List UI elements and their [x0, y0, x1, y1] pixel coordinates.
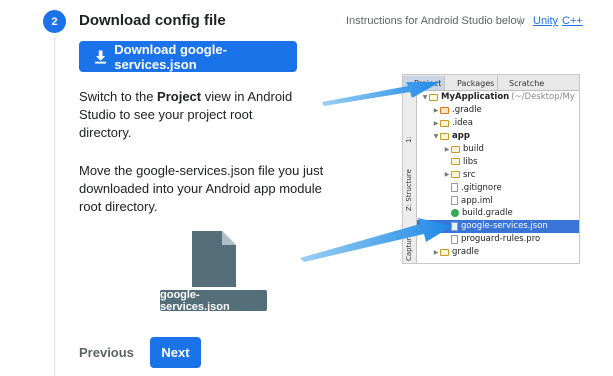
folder-icon: [451, 171, 460, 179]
expand-right-icon[interactable]: ▶: [432, 120, 440, 127]
download-config-button[interactable]: Download google-services.json: [79, 41, 297, 72]
file-name-chip: google-services.json: [160, 289, 267, 313]
expand-down-icon[interactable]: ▼: [432, 133, 440, 140]
tree-item[interactable]: build.gradle: [417, 207, 579, 220]
tree-item[interactable]: ▶ build: [417, 143, 579, 156]
file-icon: [192, 231, 236, 287]
instructions-separator: |: [519, 15, 522, 27]
tree-item-label: google-services.json: [461, 221, 548, 232]
tree-item[interactable]: .gitignore: [417, 181, 579, 194]
expand-right-icon[interactable]: ▶: [432, 249, 440, 256]
module-folder-icon: [440, 132, 449, 140]
tree-item[interactable]: app.iml: [417, 194, 579, 207]
tree-item-label: .gradle: [452, 105, 482, 116]
json-file-icon: [451, 221, 458, 231]
file-icon: [451, 196, 458, 206]
tree-item-label: .idea: [452, 118, 473, 129]
tree-item[interactable]: ▶ .idea: [417, 117, 579, 130]
android-studio-project-panel: Project Packages Scratche 1: Z: Structur…: [402, 74, 580, 264]
tree-item-label: build: [463, 144, 484, 154]
tab-project-label: Project: [414, 78, 442, 88]
tree-item-label: app.iml: [461, 195, 493, 206]
tree-item[interactable]: ▶ gradle: [417, 246, 579, 259]
tree-item[interactable]: ▼ app: [417, 130, 579, 143]
expand-right-icon[interactable]: ▶: [443, 146, 451, 153]
next-button[interactable]: Next: [150, 337, 201, 368]
tree-item-label: libs: [463, 156, 478, 167]
tab-project[interactable]: Project: [403, 76, 445, 90]
folder-excluded-icon: [440, 106, 449, 114]
project-tool-tabs: Project Packages Scratche: [403, 75, 579, 91]
tree-item[interactable]: ▼ MyApplication (~/Desktop/My: [417, 91, 579, 104]
instruction-text-before: Switch to the: [79, 89, 158, 104]
download-icon: [95, 49, 107, 64]
tree-item-label: .gitignore: [461, 182, 502, 193]
folder-icon: [451, 145, 460, 153]
cpp-link[interactable]: C++: [562, 15, 583, 27]
side-label-captures[interactable]: Captures: [405, 230, 413, 261]
tree-item-label: MyApplication: [441, 92, 510, 103]
project-file-tree: ▼ MyApplication (~/Desktop/My ▶ .gradle ▶ .ide…: [417, 91, 579, 259]
expand-right-icon[interactable]: ▶: [443, 171, 451, 178]
project-view-instruction: Switch to the Project view in Android St…: [79, 88, 294, 142]
unity-link[interactable]: Unity: [533, 15, 558, 27]
side-label-project[interactable]: 1:: [405, 136, 413, 143]
module-folder-icon: [429, 93, 438, 101]
step-connector-line: [54, 38, 55, 376]
tree-item[interactable]: ▶ .gradle: [417, 104, 579, 117]
tree-item-label: proguard-rules.pro: [461, 234, 541, 245]
tree-item-label: build.gradle: [462, 208, 513, 219]
project-keyword: Project: [157, 89, 202, 104]
step-title: Download config file: [79, 12, 226, 29]
tool-window-strip: 1: Z: Structure Captures: [403, 91, 417, 263]
folder-icon: [440, 119, 449, 127]
tree-item[interactable]: ▶ src: [417, 168, 579, 181]
tree-item-label: gradle: [452, 247, 480, 258]
previous-button[interactable]: Previous: [79, 345, 134, 360]
tab-scratches[interactable]: Scratche: [498, 76, 579, 90]
tab-packages[interactable]: Packages: [445, 76, 498, 90]
folder-icon: [440, 248, 449, 256]
tree-item[interactable]: google-services.json: [417, 219, 579, 233]
file-icon: [451, 183, 458, 193]
setup-step-panel: 2 Download config file Instructions for …: [0, 0, 613, 376]
folder-icon: [451, 158, 460, 166]
instructions-label: Instructions for Android Studio below: [346, 15, 525, 27]
tree-item-path: (~/Desktop/My: [511, 92, 575, 103]
download-button-label: Download google-services.json: [114, 41, 227, 72]
tree-item-label: app: [452, 131, 470, 142]
gradle-icon: [451, 209, 459, 218]
file-icon: [451, 234, 458, 244]
expand-down-icon[interactable]: ▼: [421, 94, 429, 101]
tree-item[interactable]: proguard-rules.pro: [417, 233, 579, 246]
tree-item-label: src: [463, 169, 476, 180]
tab-scratches-label: Scratche: [509, 78, 545, 88]
tab-packages-label: Packages: [457, 78, 495, 88]
side-label-structure[interactable]: Z: Structure: [405, 169, 413, 211]
step-number-badge: 2: [43, 10, 66, 33]
tree-item[interactable]: libs: [417, 155, 579, 168]
expand-right-icon[interactable]: ▶: [432, 107, 440, 114]
move-file-instruction: Move the google-services.json file you j…: [79, 163, 324, 214]
